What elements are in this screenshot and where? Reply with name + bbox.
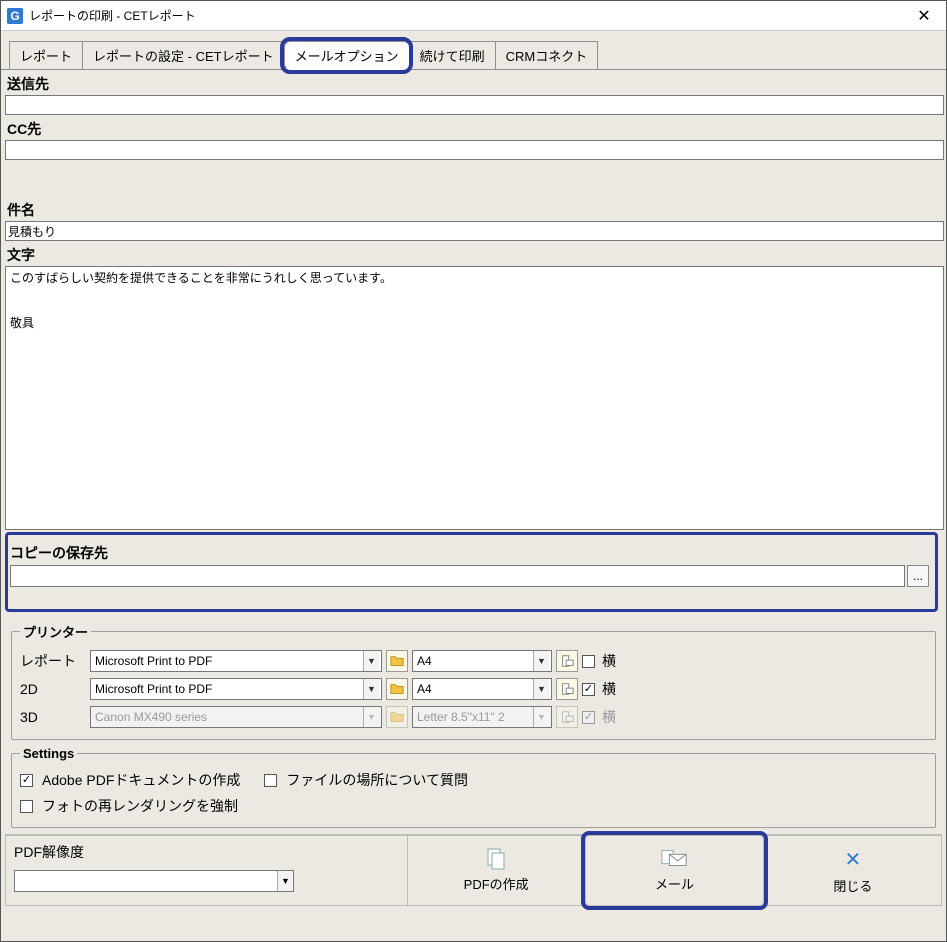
copy-save-region: コピーの保存先 ... xyxy=(5,532,938,612)
printer-group: プリンター レポート Microsoft Print to PDF ▼ A4 ▼ xyxy=(11,622,936,740)
page-icon xyxy=(560,710,574,724)
pdf-resolution-label: PDF解像度 xyxy=(14,842,399,862)
body-label: 文字 xyxy=(1,241,946,265)
to-input[interactable] xyxy=(5,95,944,115)
pagesize-select-3d-value: Letter 8.5"x11" 2 xyxy=(417,710,505,724)
printer-row-report-label: レポート xyxy=(20,651,86,671)
pdf-resolution-panel: PDF解像度 ▼ xyxy=(5,835,407,906)
chevron-down-icon: ▼ xyxy=(533,707,549,727)
page-icon xyxy=(560,654,574,668)
printer-row-report: レポート Microsoft Print to PDF ▼ A4 ▼ 横 xyxy=(20,647,927,675)
folder-icon xyxy=(390,654,404,668)
app-icon: G xyxy=(7,8,23,24)
cc-input[interactable] xyxy=(5,140,944,160)
tab-crm-connect[interactable]: CRMコネクト xyxy=(495,41,599,69)
body-textarea[interactable] xyxy=(5,266,944,530)
chevron-down-icon: ▼ xyxy=(363,651,379,671)
landscape-label-report: 横 xyxy=(602,651,616,671)
create-pdf-button[interactable]: PDFの作成 xyxy=(407,835,585,906)
pagesize-select-2d[interactable]: A4 ▼ xyxy=(412,678,552,700)
copy-path-input[interactable] xyxy=(10,565,905,587)
chevron-down-icon: ▼ xyxy=(363,707,379,727)
pdf-resolution-select[interactable]: ▼ xyxy=(14,870,294,892)
printer-select-2d[interactable]: Microsoft Print to PDF ▼ xyxy=(90,678,382,700)
landscape-checkbox-report[interactable] xyxy=(582,655,595,668)
pagesize-select-report[interactable]: A4 ▼ xyxy=(412,650,552,672)
tab-report[interactable]: レポート xyxy=(9,41,82,69)
settings-group: Settings Adobe PDFドキュメントの作成 ファイルの場所について質… xyxy=(11,746,936,828)
bottom-row: PDF解像度 ▼ PDFの作成 メール xyxy=(5,834,942,906)
settings-legend: Settings xyxy=(20,746,77,761)
printer-select-report-value: Microsoft Print to PDF xyxy=(95,654,212,668)
tab-report-settings[interactable]: レポートの設定 - CETレポート xyxy=(82,41,284,69)
chevron-down-icon: ▼ xyxy=(277,871,293,891)
printer-select-3d-value: Canon MX490 series xyxy=(95,710,207,724)
tab-mail-options[interactable]: メールオプション xyxy=(284,41,409,70)
printer-settings-report-button[interactable] xyxy=(386,650,408,672)
printer-select-report[interactable]: Microsoft Print to PDF ▼ xyxy=(90,650,382,672)
svg-text:G: G xyxy=(10,9,19,23)
landscape-label-3d: 横 xyxy=(602,707,616,727)
ask-location-label: ファイルの場所について質問 xyxy=(286,770,468,790)
copy-save-label: コピーの保存先 xyxy=(10,539,929,563)
close-label: 閉じる xyxy=(833,876,872,895)
browse-button[interactable]: ... xyxy=(907,565,929,587)
folder-icon xyxy=(390,710,404,724)
landscape-checkbox-2d[interactable] xyxy=(582,683,595,696)
printer-settings-2d-button[interactable] xyxy=(386,678,408,700)
printer-select-3d: Canon MX490 series ▼ xyxy=(90,706,382,728)
ask-location-checkbox[interactable] xyxy=(264,774,277,787)
cc-label: CC先 xyxy=(1,115,946,139)
adobe-pdf-label: Adobe PDFドキュメントの作成 xyxy=(42,770,240,790)
tab-continue-print[interactable]: 続けて印刷 xyxy=(409,41,495,69)
tabstrip: レポート レポートの設定 - CETレポート メールオプション 続けて印刷 CR… xyxy=(1,31,946,69)
pagesize-select-2d-value: A4 xyxy=(417,682,432,696)
orientation-button-2d[interactable] xyxy=(556,678,578,700)
chevron-down-icon: ▼ xyxy=(533,679,549,699)
close-icon: ✕ xyxy=(844,847,861,872)
printer-row-2d-label: 2D xyxy=(20,681,86,697)
pagesize-select-3d: Letter 8.5"x11" 2 ▼ xyxy=(412,706,552,728)
orientation-button-3d xyxy=(556,706,578,728)
subject-input[interactable] xyxy=(5,221,944,241)
chevron-down-icon: ▼ xyxy=(363,679,379,699)
mail-icon xyxy=(660,848,688,870)
force-rerender-label: フォトの再レンダリングを強制 xyxy=(42,796,238,816)
create-pdf-label: PDFの作成 xyxy=(464,874,529,893)
close-button[interactable]: ✕ 閉じる xyxy=(764,835,942,906)
printer-settings-3d-button xyxy=(386,706,408,728)
printer-legend: プリンター xyxy=(20,622,91,641)
subject-label: 件名 xyxy=(1,196,946,220)
mail-label: メール xyxy=(655,874,694,893)
titlebar: G レポートの印刷 - CETレポート ✕ xyxy=(1,1,946,31)
folder-icon xyxy=(390,682,404,696)
printer-row-3d: 3D Canon MX490 series ▼ Letter 8.5"x11" … xyxy=(20,703,927,731)
pdf-icon xyxy=(482,848,510,870)
window-close-button[interactable]: ✕ xyxy=(902,1,946,31)
pagesize-select-report-value: A4 xyxy=(417,654,432,668)
chevron-down-icon: ▼ xyxy=(533,651,549,671)
window-title: レポートの印刷 - CETレポート xyxy=(29,7,902,24)
landscape-label-2d: 横 xyxy=(602,679,616,699)
printer-row-3d-label: 3D xyxy=(20,709,86,725)
printer-row-2d: 2D Microsoft Print to PDF ▼ A4 ▼ 横 xyxy=(20,675,927,703)
adobe-pdf-checkbox[interactable] xyxy=(20,774,33,787)
page-icon xyxy=(560,682,574,696)
orientation-button-report[interactable] xyxy=(556,650,578,672)
mail-button[interactable]: メール xyxy=(585,835,763,906)
landscape-checkbox-3d xyxy=(582,711,595,724)
force-rerender-checkbox[interactable] xyxy=(20,800,33,813)
to-label: 送信先 xyxy=(1,70,946,94)
printer-select-2d-value: Microsoft Print to PDF xyxy=(95,682,212,696)
